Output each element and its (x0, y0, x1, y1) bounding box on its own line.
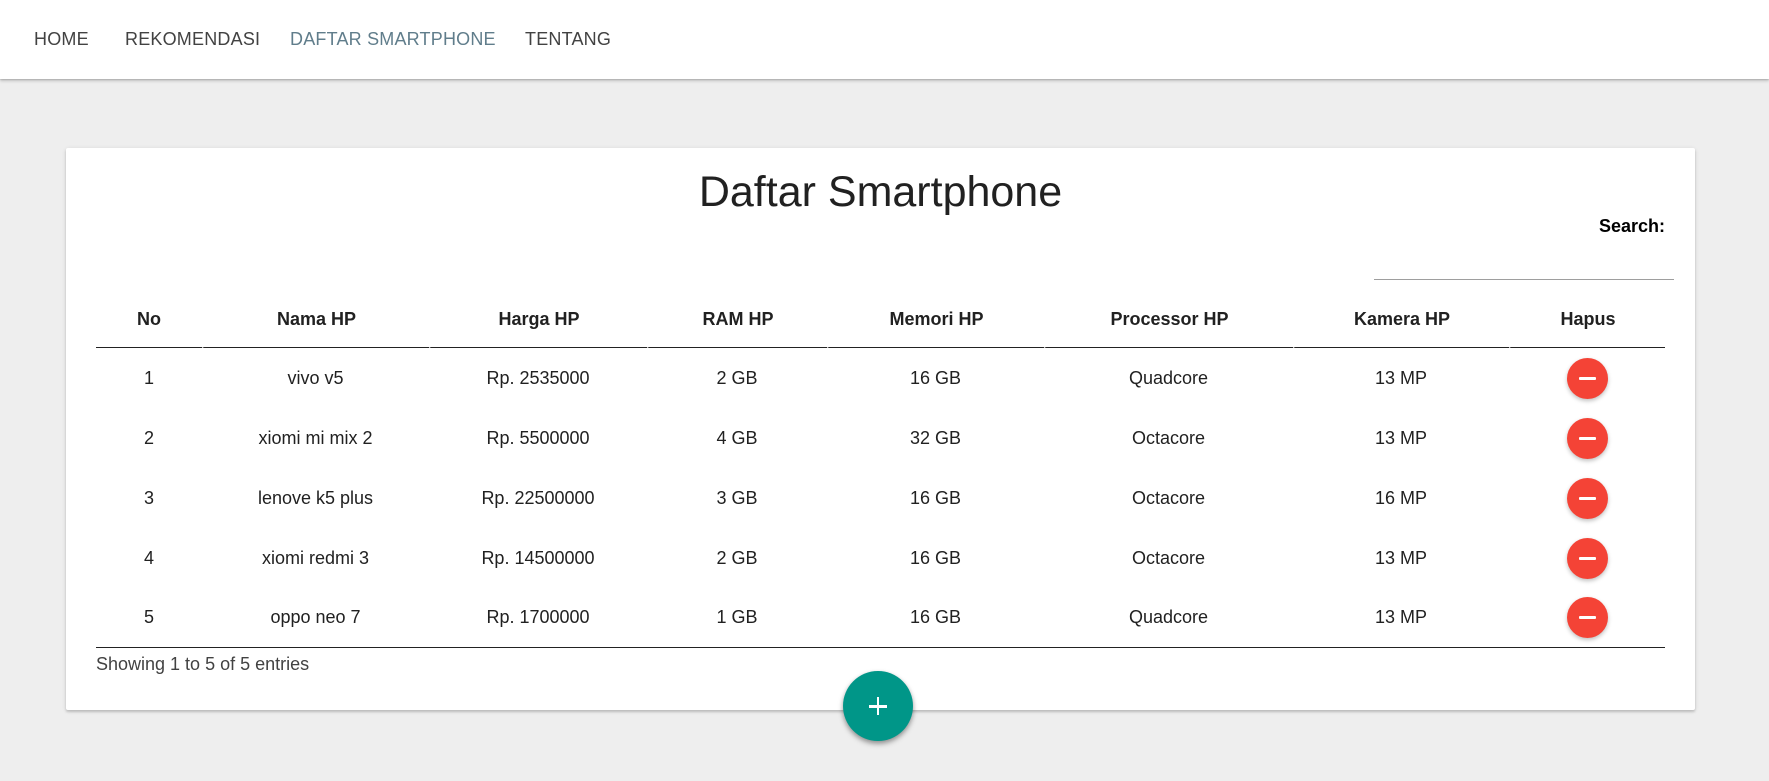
nav-item-tentang[interactable]: TENTANG (525, 28, 611, 50)
cell-ram: 4 GB (716, 427, 758, 448)
column-header-nama[interactable]: Nama HP (202, 282, 429, 348)
navbar: HOME REKOMENDASI DAFTAR SMARTPHONE TENTA… (0, 0, 1769, 79)
cell-harga: Rp. 2535000 (486, 367, 590, 388)
minus-icon (1578, 556, 1596, 560)
column-header-harga[interactable]: Harga HP (429, 282, 647, 348)
cell-memori: 16 GB (909, 367, 962, 388)
cell-no: 2 (143, 427, 154, 448)
cell-harga: Rp. 22500000 (481, 487, 595, 508)
minus-icon (1578, 496, 1596, 500)
delete-button[interactable] (1566, 537, 1608, 579)
cell-no: 4 (143, 547, 154, 568)
cell-no: 1 (143, 367, 154, 388)
cell-hapus (1509, 528, 1665, 588)
cell-nama: lenove k5 plus (257, 487, 374, 508)
column-header-hapus: Hapus (1509, 282, 1665, 348)
cell-memori: 16 GB (827, 588, 1044, 648)
cell-memori: 16 GB (909, 547, 962, 568)
table-row: 4 xiomi redmi 3 Rp. 14500000 2 GB 16 GB … (96, 528, 1665, 588)
table-row: 3 lenove k5 plus Rp. 22500000 3 GB 16 GB… (96, 468, 1665, 528)
table-info: Showing 1 to 5 of 5 entries (96, 654, 310, 674)
cell-nama: xiomi redmi 3 (261, 547, 370, 568)
cell-processor: Quadcore (1044, 588, 1293, 648)
cell-processor: Octacore (1131, 487, 1206, 508)
cell-hapus (1509, 348, 1665, 408)
delete-button[interactable] (1566, 477, 1608, 519)
nav-item-daftar-smartphone[interactable]: DAFTAR SMARTPHONE (290, 28, 496, 50)
plus-icon-vertical (876, 697, 880, 715)
cell-ram: 1 GB (647, 588, 827, 648)
cell-memori: 16 GB (909, 487, 962, 508)
cell-nama: vivo v5 (287, 367, 344, 388)
cell-hapus (1509, 588, 1665, 648)
cell-processor: Octacore (1131, 547, 1206, 568)
cell-hapus (1509, 468, 1665, 528)
column-header-kamera[interactable]: Kamera HP (1293, 282, 1509, 348)
nav-item-home[interactable]: HOME (34, 28, 89, 50)
column-header-processor[interactable]: Processor HP (1044, 282, 1293, 348)
delete-button[interactable] (1566, 597, 1608, 638)
cell-no: 5 (96, 588, 202, 648)
cell-nama: oppo neo 7 (202, 588, 429, 648)
nav-item-rekomendasi[interactable]: REKOMENDASI (125, 28, 260, 50)
smartphone-list-card: Daftar Smartphone Search: No Nama HP Har… (66, 148, 1695, 710)
cell-processor: Quadcore (1128, 367, 1209, 388)
cell-memori: 32 GB (909, 427, 962, 448)
cell-ram: 2 GB (716, 367, 758, 388)
minus-icon (1578, 376, 1596, 380)
cell-kamera: 13 MP (1374, 367, 1428, 388)
column-header-memori[interactable]: Memori HP (827, 282, 1044, 348)
table-header: No Nama HP Harga HP RAM HP Memori HP Pro… (96, 282, 1665, 348)
cell-kamera: 13 MP (1374, 427, 1428, 448)
cell-ram: 3 GB (716, 487, 758, 508)
delete-button[interactable] (1566, 417, 1608, 459)
minus-icon (1578, 436, 1596, 440)
cell-no: 3 (143, 487, 154, 508)
cell-kamera: 16 MP (1374, 487, 1428, 508)
column-header-ram[interactable]: RAM HP (647, 282, 827, 348)
table-row: 2 xiomi mi mix 2 Rp. 5500000 4 GB 32 GB … (96, 408, 1665, 468)
cell-harga: Rp. 1700000 (429, 588, 647, 648)
add-smartphone-button[interactable] (843, 671, 913, 741)
cell-harga: Rp. 5500000 (486, 427, 590, 448)
delete-button[interactable] (1566, 357, 1608, 399)
table-row: 5 oppo neo 7 Rp. 1700000 1 GB 16 GB Quad… (96, 588, 1665, 648)
cell-ram: 2 GB (716, 547, 758, 568)
table-row: 1 vivo v5 Rp. 2535000 2 GB 16 GB Quadcor… (96, 348, 1665, 408)
cell-kamera: 13 MP (1374, 547, 1428, 568)
search-input[interactable] (1374, 244, 1674, 280)
cell-kamera: 13 MP (1293, 588, 1509, 648)
cell-nama: xiomi mi mix 2 (258, 427, 373, 448)
cell-processor: Octacore (1131, 427, 1206, 448)
cell-hapus (1509, 408, 1665, 468)
column-header-no[interactable]: No (96, 282, 202, 348)
minus-icon (1578, 616, 1596, 619)
page-title: Daftar Smartphone (698, 168, 1063, 216)
search-label: Search: (1598, 216, 1665, 236)
cell-harga: Rp. 14500000 (481, 547, 595, 568)
smartphone-table: No Nama HP Harga HP RAM HP Memori HP Pro… (96, 282, 1665, 648)
